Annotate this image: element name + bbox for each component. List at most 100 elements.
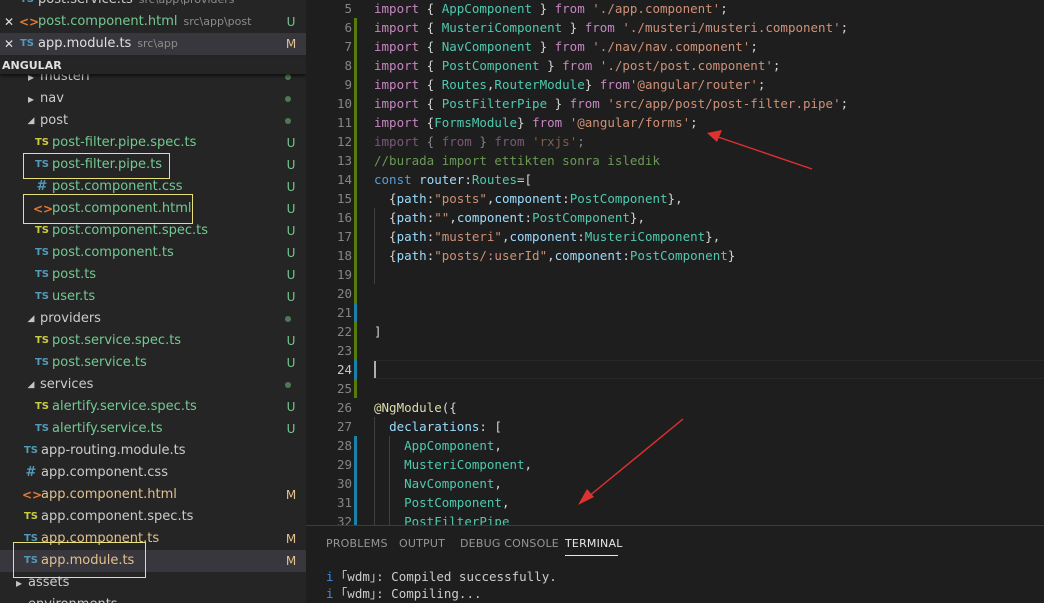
tree-item-label: post.component.css [52, 179, 183, 194]
tree-folder[interactable]: ◢ post [0, 110, 306, 132]
punctuation-token: : [524, 210, 533, 225]
code-line[interactable]: {path:"posts",component:PostComponent}, [374, 189, 683, 208]
code-line[interactable]: import { PostFilterPipe } from 'src/app/… [374, 94, 848, 113]
tree-file[interactable]: TS post-filter.pipe.ts U [0, 154, 306, 176]
code-line[interactable]: //burada import ettikten sonra isledik [374, 151, 660, 170]
chevron-right-icon[interactable]: ▸ [14, 594, 24, 603]
tree-item-label: app-routing.module.ts [41, 443, 186, 458]
chevron-right-icon[interactable]: ▸ [26, 88, 36, 110]
code-line[interactable]: PostComponent, [374, 493, 509, 512]
string-token: 'rxjs' [532, 134, 578, 149]
ts-file-icon: TS [34, 247, 50, 258]
chevron-right-icon[interactable]: ▸ [14, 572, 24, 594]
open-editor-item[interactable]: ✕ TS app.module.ts src\app M [0, 33, 306, 55]
tab-terminal[interactable]: TERMINAL [565, 537, 623, 550]
code-line[interactable]: {path:"",component:PostComponent}, [374, 208, 645, 227]
class-token: PostFilterPipe [441, 96, 548, 111]
code-editor[interactable]: 5 import { AppComponent } from './app.com… [306, 0, 1044, 525]
code-line[interactable]: {path:"musteri",component:MusteriCompone… [374, 227, 720, 246]
keyword-token: import [374, 1, 420, 16]
git-status-badge: U [286, 15, 296, 29]
code-line[interactable]: import {FormsModule} from '@angular/form… [374, 113, 698, 132]
line-number: 32 [336, 514, 352, 525]
code-line[interactable]: import { from } from 'rxjs'; [374, 132, 585, 151]
chevron-down-icon[interactable]: ◢ [26, 374, 36, 396]
tree-file[interactable]: TS app-routing.module.ts [0, 440, 306, 462]
string-token: '@angular/router' [629, 77, 758, 92]
code-line[interactable]: import { AppComponent } from './app.comp… [374, 0, 728, 18]
punctuation-token: ; [757, 77, 766, 92]
comment-token: //burada import ettikten sonra isledik [374, 153, 660, 168]
tree-file[interactable]: TS app.module.ts M [0, 550, 306, 572]
code-line[interactable]: const router:Routes=[ [374, 170, 532, 189]
punctuation-token: : [464, 172, 472, 187]
explorer-section-header[interactable]: ANGULAR [0, 58, 306, 74]
tree-folder[interactable]: ◢ services [0, 374, 306, 396]
code-line[interactable]: declarations: [ [374, 417, 502, 436]
line-number: 11 [336, 115, 352, 130]
punctuation-token: , [547, 248, 555, 263]
code-line[interactable]: MusteriComponent, [374, 455, 532, 474]
tree-file[interactable]: # post.component.css U [0, 176, 306, 198]
git-added-marker [354, 379, 357, 398]
class-token: AppComponent [441, 1, 533, 16]
open-editor-item[interactable]: TSpost.service.ts src\app\providers [0, 0, 306, 11]
chevron-down-icon[interactable]: ◢ [26, 110, 36, 132]
punctuation-token [374, 419, 389, 434]
line-number: 18 [336, 248, 352, 263]
tree-file[interactable]: TS post-filter.pipe.spec.ts U [0, 132, 306, 154]
ts-file-icon: TS [19, 0, 35, 11]
code-line[interactable]: import { NavComponent } from './nav/nav.… [374, 37, 758, 56]
tree-file[interactable]: TS alertify.service.ts U [0, 418, 306, 440]
code-line[interactable]: NavComponent, [374, 474, 502, 493]
line-number: 14 [336, 172, 352, 187]
code-line[interactable]: import { PostComponent } from './post/po… [374, 56, 780, 75]
tree-file[interactable]: TS post.service.ts U [0, 352, 306, 374]
tab-output[interactable]: OUTPUT [399, 537, 445, 550]
close-icon[interactable]: ✕ [4, 33, 14, 55]
close-icon[interactable]: ✕ [4, 11, 14, 33]
tree-item-label: app.component.html [41, 487, 177, 502]
code-line[interactable]: ] [374, 322, 382, 341]
spec-file-icon: TS [34, 137, 50, 148]
tree-folder[interactable]: ▸ environments [0, 594, 306, 603]
tree-file[interactable]: TS post.component.ts U [0, 242, 306, 264]
chevron-down-icon[interactable]: ◢ [26, 308, 36, 330]
tab-problems[interactable]: PROBLEMS [326, 537, 388, 550]
code-line[interactable]: PostFilterPipe [374, 512, 509, 525]
code-line[interactable]: import { Routes,RouterModule} from'@angu… [374, 75, 765, 94]
code-line[interactable]: AppComponent, [374, 436, 502, 455]
identifier-token: router [419, 172, 465, 187]
tree-folder[interactable]: ▸ nav [0, 88, 306, 110]
tree-file[interactable]: <> app.component.html M [0, 484, 306, 506]
identifier-token: path [396, 191, 427, 206]
code-line[interactable]: {path:"posts/:userId",component:PostComp… [374, 246, 735, 265]
spec-file-icon: TS [34, 401, 50, 412]
class-token: MusteriComponent [584, 229, 706, 244]
punctuation-token: , [501, 495, 510, 510]
tree-file[interactable]: TS post.ts U [0, 264, 306, 286]
tab-debug-console[interactable]: DEBUG CONSOLE [460, 537, 559, 550]
tree-file[interactable]: # app.component.css [0, 462, 306, 484]
git-status-badge: U [286, 180, 296, 194]
tree-file[interactable]: TS app.component.spec.ts [0, 506, 306, 528]
punctuation-token: , [449, 210, 457, 225]
line-number: 29 [336, 457, 352, 472]
keyword-token: import [374, 96, 420, 111]
tree-file[interactable]: TS alertify.service.spec.ts U [0, 396, 306, 418]
punctuation-token: ; [772, 58, 781, 73]
tree-file[interactable]: TS post.service.spec.ts U [0, 330, 306, 352]
git-status-badge: M [285, 488, 297, 502]
tree-folder[interactable]: ◢ providers [0, 308, 306, 330]
git-added-marker [354, 37, 357, 56]
punctuation-token: } [727, 248, 736, 263]
tree-file[interactable]: <> post.component.html U [0, 198, 306, 220]
tree-file[interactable]: TS post.component.spec.ts U [0, 220, 306, 242]
tree-folder[interactable]: ▸ assets [0, 572, 306, 594]
code-line[interactable]: @NgModule({ [374, 398, 457, 417]
open-editor-item[interactable]: ✕ <> post.component.html src\app\post U [0, 11, 306, 33]
code-line[interactable]: import { MusteriComponent } from './must… [374, 18, 848, 37]
tree-file[interactable]: TS user.ts U [0, 286, 306, 308]
tree-file[interactable]: TS app.component.ts M [0, 528, 306, 550]
punctuation-token: ; [577, 134, 585, 149]
